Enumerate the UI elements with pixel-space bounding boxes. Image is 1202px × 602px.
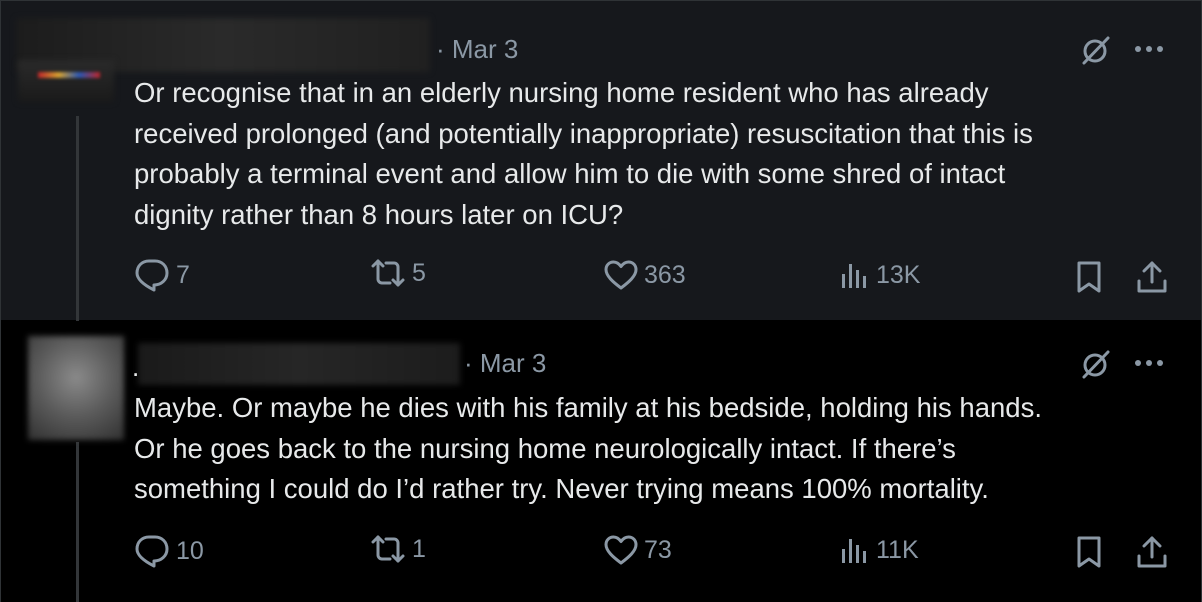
grok-icon[interactable] — [1080, 348, 1112, 380]
avatar-fragment — [38, 72, 100, 78]
repost-icon — [370, 258, 412, 288]
tweet-text: Or recognise that in an elderly nursing … — [134, 77, 1033, 230]
views-button[interactable]: 11K — [840, 535, 919, 565]
thread-line — [76, 116, 79, 321]
repost-button[interactable]: 1 — [370, 534, 426, 564]
share-icon[interactable] — [1136, 535, 1168, 569]
like-icon — [604, 260, 644, 290]
redacted-avatar[interactable] — [28, 336, 124, 440]
tweet-date[interactable]: · Mar 3 — [464, 348, 546, 379]
redacted-avatar[interactable] — [18, 60, 114, 102]
like-count: 73 — [644, 535, 672, 564]
reply-count: 7 — [176, 260, 190, 289]
views-count: 13K — [876, 260, 921, 289]
more-icon[interactable] — [1134, 358, 1164, 368]
grok-icon[interactable] — [1080, 34, 1112, 66]
views-icon — [840, 260, 876, 290]
bookmark-icon[interactable] — [1076, 260, 1102, 294]
views-count: 11K — [876, 535, 919, 564]
more-icon[interactable] — [1134, 44, 1164, 54]
reply-icon — [134, 258, 176, 292]
reply-icon — [134, 534, 176, 568]
reply-button[interactable]: 7 — [134, 258, 190, 292]
like-count: 363 — [644, 260, 686, 289]
repost-count: 1 — [412, 534, 426, 563]
thread-line — [76, 442, 79, 602]
repost-icon — [370, 534, 412, 564]
like-button[interactable]: 73 — [604, 535, 672, 565]
share-icon[interactable] — [1136, 260, 1168, 294]
repost-button[interactable]: 5 — [370, 258, 426, 288]
reply-count: 10 — [176, 536, 204, 565]
tweet-date[interactable]: · Mar 3 — [436, 34, 518, 65]
reply-button[interactable]: 10 — [134, 534, 204, 568]
author-name-fragment: . — [132, 352, 140, 382]
redacted-author-name — [138, 343, 460, 385]
views-button[interactable]: 13K — [840, 260, 920, 290]
like-icon — [604, 535, 644, 565]
tweet-text: Maybe. Or maybe he dies with his family … — [134, 392, 1042, 504]
repost-count: 5 — [412, 258, 426, 287]
bookmark-icon[interactable] — [1076, 535, 1102, 569]
views-icon — [840, 535, 876, 565]
like-button[interactable]: 363 — [604, 260, 686, 290]
